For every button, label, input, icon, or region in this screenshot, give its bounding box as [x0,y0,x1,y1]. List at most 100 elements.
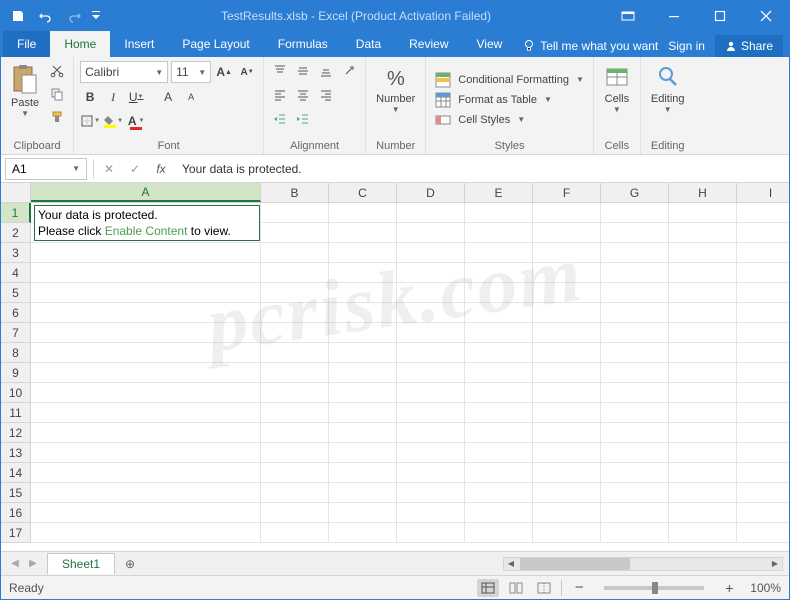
cell-I17[interactable] [737,523,789,543]
cell-D2[interactable] [397,223,465,243]
row-header-6[interactable]: 6 [1,303,31,323]
cell-G12[interactable] [601,423,669,443]
cell-G3[interactable] [601,243,669,263]
page-layout-view-icon[interactable] [505,579,527,597]
cell-D9[interactable] [397,363,465,383]
cell-F13[interactable] [533,443,601,463]
cell-A14[interactable] [31,463,261,483]
row-header-17[interactable]: 17 [1,523,31,543]
number-format-button[interactable]: % Number ▼ [372,61,419,116]
cell-A6[interactable] [31,303,261,323]
cell-F15[interactable] [533,483,601,503]
column-header-B[interactable]: B [261,183,329,202]
underline-button[interactable]: U▼ [126,87,146,107]
cell-A8[interactable] [31,343,261,363]
cell-I9[interactable] [737,363,789,383]
row-header-13[interactable]: 13 [1,443,31,463]
cell-B7[interactable] [261,323,329,343]
tab-insert[interactable]: Insert [110,31,168,57]
hscroll-thumb[interactable] [520,558,630,570]
cell-D4[interactable] [397,263,465,283]
undo-icon[interactable] [33,2,59,30]
cell-A5[interactable] [31,283,261,303]
row-header-11[interactable]: 11 [1,403,31,423]
cell-B10[interactable] [261,383,329,403]
cell-G9[interactable] [601,363,669,383]
cell-H4[interactable] [669,263,737,283]
cell-H14[interactable] [669,463,737,483]
row-header-5[interactable]: 5 [1,283,31,303]
cell-D1[interactable] [397,203,465,223]
cell-C8[interactable] [329,343,397,363]
cell-G6[interactable] [601,303,669,323]
cell-I6[interactable] [737,303,789,323]
orientation-icon[interactable] [339,61,359,81]
fx-icon[interactable]: fx [148,158,174,180]
cell-D6[interactable] [397,303,465,323]
save-icon[interactable] [5,2,31,30]
cell-A11[interactable] [31,403,261,423]
column-header-H[interactable]: H [669,183,737,202]
cell-E1[interactable] [465,203,533,223]
cell-E8[interactable] [465,343,533,363]
column-header-F[interactable]: F [533,183,601,202]
cell-B11[interactable] [261,403,329,423]
cell-H12[interactable] [669,423,737,443]
cell-E2[interactable] [465,223,533,243]
cell-F14[interactable] [533,463,601,483]
cell-G14[interactable] [601,463,669,483]
cell-I7[interactable] [737,323,789,343]
select-all-corner[interactable] [1,183,31,202]
cell-H16[interactable] [669,503,737,523]
column-header-C[interactable]: C [329,183,397,202]
cell-E14[interactable] [465,463,533,483]
cell-I2[interactable] [737,223,789,243]
cell-I4[interactable] [737,263,789,283]
cell-D17[interactable] [397,523,465,543]
tab-home[interactable]: Home [50,31,110,57]
cell-C17[interactable] [329,523,397,543]
align-left-icon[interactable] [270,85,290,105]
cell-E15[interactable] [465,483,533,503]
close-button[interactable] [743,1,789,31]
bold-button[interactable]: B [80,87,100,107]
row-header-9[interactable]: 9 [1,363,31,383]
cell-styles-button[interactable]: Cell Styles▼ [432,111,528,129]
cell-C16[interactable] [329,503,397,523]
conditional-formatting-button[interactable]: Conditional Formatting▼ [432,71,587,89]
italic-button[interactable]: I [103,87,123,107]
cell-D5[interactable] [397,283,465,303]
cell-A15[interactable] [31,483,261,503]
rows-area[interactable]: Your data is protected. Please click Ena… [1,203,789,551]
cell-B4[interactable] [261,263,329,283]
cell-H13[interactable] [669,443,737,463]
cell-G8[interactable] [601,343,669,363]
cell-E11[interactable] [465,403,533,423]
cell-A4[interactable] [31,263,261,283]
cell-D12[interactable] [397,423,465,443]
cell-E17[interactable] [465,523,533,543]
cell-E9[interactable] [465,363,533,383]
align-center-icon[interactable] [293,85,313,105]
cell-H2[interactable] [669,223,737,243]
cell-G16[interactable] [601,503,669,523]
cell-D13[interactable] [397,443,465,463]
cell-I12[interactable] [737,423,789,443]
cell-B3[interactable] [261,243,329,263]
decrease-indent-icon[interactable] [270,109,290,129]
cell-I5[interactable] [737,283,789,303]
cell-G17[interactable] [601,523,669,543]
cell-C6[interactable] [329,303,397,323]
cell-D11[interactable] [397,403,465,423]
cell-A16[interactable] [31,503,261,523]
cell-C1[interactable] [329,203,397,223]
cell-C12[interactable] [329,423,397,443]
cell-H10[interactable] [669,383,737,403]
redo-icon[interactable] [61,2,87,30]
cell-H3[interactable] [669,243,737,263]
cell-C10[interactable] [329,383,397,403]
cell-B17[interactable] [261,523,329,543]
column-header-A[interactable]: A [31,183,261,202]
cell-B5[interactable] [261,283,329,303]
cell-G1[interactable] [601,203,669,223]
